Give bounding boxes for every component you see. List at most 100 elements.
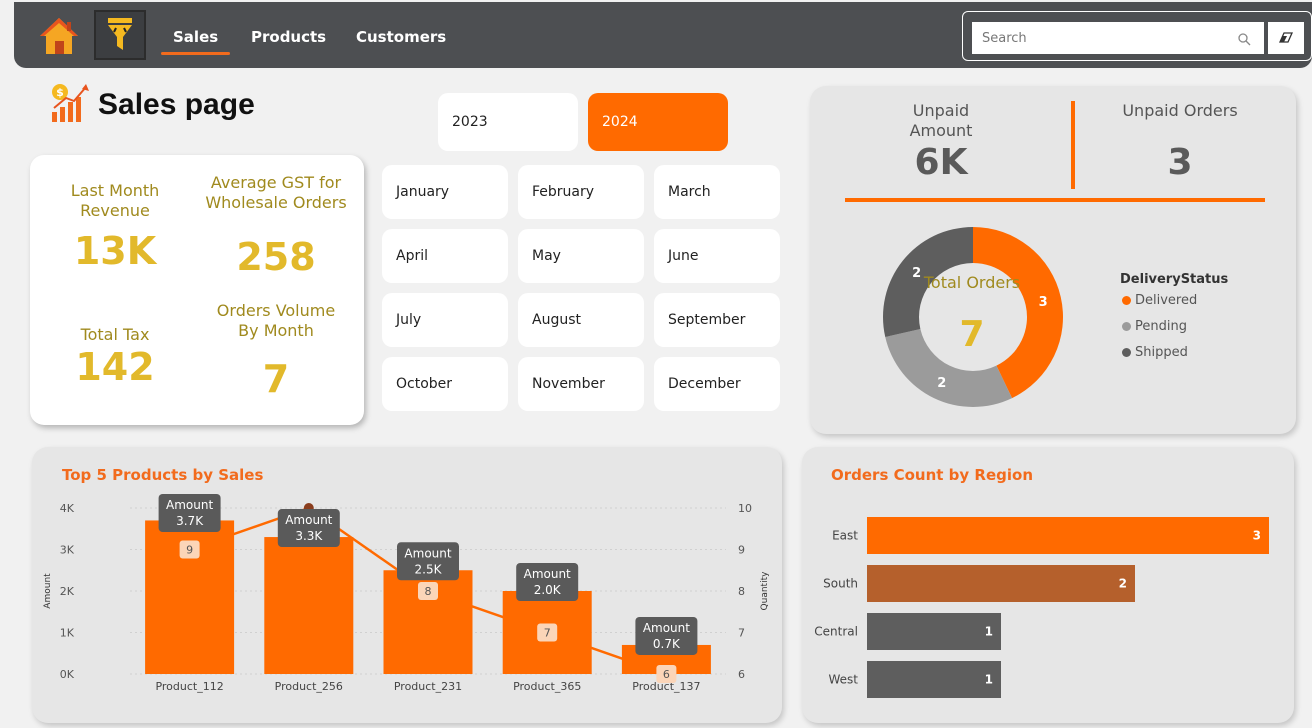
unpaid-amount-label: Unpaid Amount — [909, 101, 973, 140]
legend-item-delivered[interactable]: Delivered — [1122, 293, 1197, 308]
avg-gst-label: Average GST for Wholesale Orders — [205, 173, 347, 212]
bar-central — [867, 613, 1001, 650]
orders-region-chart-title: Orders Count by Region — [831, 466, 1033, 484]
donut-center-label: Total Orders — [923, 273, 1021, 292]
y-axis-tick: 3K — [60, 544, 75, 557]
legend-item-pending[interactable]: Pending — [1122, 319, 1187, 334]
y2-axis-tick: 7 — [738, 627, 745, 640]
svg-text:$: $ — [56, 86, 64, 99]
orders-volume-value: 7 — [262, 357, 290, 401]
y2-axis-tick: 9 — [738, 544, 745, 557]
amount-tooltip-name: Amount — [643, 621, 690, 635]
month-button-may[interactable]: May — [518, 229, 644, 283]
y-axis-tick: South — [823, 577, 858, 591]
x-axis-tick: Product_365 — [513, 680, 581, 693]
legend-dot — [1122, 348, 1131, 357]
bar-west — [867, 661, 1001, 698]
amount-tooltip-name: Amount — [166, 498, 213, 512]
month-button-january[interactable]: January — [382, 165, 508, 219]
month-button-november[interactable]: November — [518, 357, 644, 411]
tab-products[interactable]: Products — [251, 28, 326, 46]
year-button-2024[interactable]: 2024 — [588, 93, 728, 151]
last-month-revenue-label: Last Month Revenue — [70, 181, 160, 220]
top-products-combo-chart: 0K 1K 2K 3K 4K 6 7 8 9 10 Amount Quantity Product_11… — [43, 494, 770, 693]
bar-data-label: 1 — [985, 625, 993, 639]
page-title: Sales page — [98, 88, 255, 121]
y2-axis-tick: 6 — [738, 668, 745, 681]
kpi-card: Last Month Revenue 13K Average GST for W… — [30, 155, 364, 425]
quantity-data-label: 7 — [544, 627, 551, 640]
amount-tooltip-name: Amount — [524, 567, 571, 581]
legend-label: Shipped — [1135, 345, 1188, 360]
amount-tooltip-value: 0.7K — [653, 637, 681, 651]
month-button-july[interactable]: July — [382, 293, 508, 347]
bar-data-label: 3 — [1253, 529, 1261, 543]
month-button-october[interactable]: October — [382, 357, 508, 411]
home-icon[interactable] — [36, 12, 82, 58]
y2-axis-tick: 8 — [738, 585, 745, 598]
donut-slice-label: 2 — [937, 376, 946, 391]
y-axis-tick: West — [828, 673, 858, 687]
bar-east — [867, 517, 1269, 554]
kpi-divider-horizontal — [845, 198, 1265, 202]
bar-south — [867, 565, 1135, 602]
legend-item-shipped[interactable]: Shipped — [1122, 345, 1188, 360]
tab-customers[interactable]: Customers — [356, 28, 446, 46]
x-axis-tick: Product_256 — [275, 680, 343, 693]
month-button-august[interactable]: August — [518, 293, 644, 347]
y-axis-tick: East — [832, 529, 858, 543]
bar-product_256 — [264, 537, 354, 674]
orders-volume-label: Orders Volume By Month — [216, 301, 336, 340]
orders-region-bar-chart: East 3 South 2 Central 1 West 1 — [814, 517, 1269, 698]
legend-label: Pending — [1135, 319, 1187, 334]
month-button-april[interactable]: April — [382, 229, 508, 283]
clear-search-button[interactable] — [1268, 22, 1304, 54]
x-axis-tick: Product_112 — [155, 680, 223, 693]
amount-tooltip-name: Amount — [285, 513, 332, 527]
amount-tooltip-value: 2.5K — [415, 562, 443, 576]
search-box — [962, 11, 1312, 61]
legend-dot — [1122, 322, 1131, 331]
legend-label: Delivered — [1135, 293, 1198, 308]
top-products-chart-title: Top 5 Products by Sales — [62, 466, 264, 484]
month-button-december[interactable]: December — [654, 357, 780, 411]
bar-data-label: 2 — [1119, 577, 1127, 591]
total-tax-label: Total Tax — [80, 325, 150, 344]
amount-tooltip-name: Amount — [404, 546, 451, 560]
amount-tooltip-value: 3.7K — [176, 514, 204, 528]
filter-funnel-icon[interactable] — [94, 10, 146, 60]
amount-tooltip-value: 3.3K — [295, 529, 323, 543]
year-button-2023[interactable]: 2023 — [438, 93, 578, 151]
total-tax-value: 142 — [75, 345, 155, 389]
last-month-revenue-value: 13K — [73, 229, 157, 273]
quantity-data-label: 6 — [663, 668, 670, 681]
unpaid-orders-value: 3 — [1167, 142, 1193, 183]
donut-slice-label: 3 — [1039, 295, 1048, 310]
search-input[interactable] — [972, 22, 1264, 54]
bar-data-label: 1 — [985, 673, 993, 687]
unpaid-orders-label: Unpaid Orders — [1122, 101, 1238, 120]
amount-tooltip-value: 2.0K — [534, 583, 562, 597]
month-button-february[interactable]: February — [518, 165, 644, 219]
kpi-divider-vertical — [1071, 101, 1075, 189]
donut-center-value: 7 — [959, 314, 985, 355]
tab-sales[interactable]: Sales — [160, 28, 231, 55]
top-navigation-bar: Sales Products Customers — [14, 2, 1312, 68]
unpaid-amount-value: 6K — [914, 142, 968, 183]
y-axis-tick: 2K — [60, 585, 75, 598]
y-axis-label: Amount — [43, 573, 53, 609]
month-button-june[interactable]: June — [654, 229, 780, 283]
quantity-data-label: 9 — [186, 544, 193, 557]
y-axis-tick: 1K — [60, 627, 75, 640]
donut-slice-label: 2 — [912, 266, 921, 281]
month-button-march[interactable]: March — [654, 165, 780, 219]
y-axis-tick: Central — [814, 625, 858, 639]
legend-dot — [1122, 296, 1131, 305]
month-button-september[interactable]: September — [654, 293, 780, 347]
y2-axis-tick: 10 — [738, 502, 752, 515]
y2-axis-label: Quantity — [760, 571, 770, 611]
quantity-data-label: 8 — [425, 585, 432, 598]
x-axis-tick: Product_231 — [394, 680, 462, 693]
y-axis-tick: 4K — [60, 502, 75, 515]
eraser-icon — [1278, 32, 1294, 43]
